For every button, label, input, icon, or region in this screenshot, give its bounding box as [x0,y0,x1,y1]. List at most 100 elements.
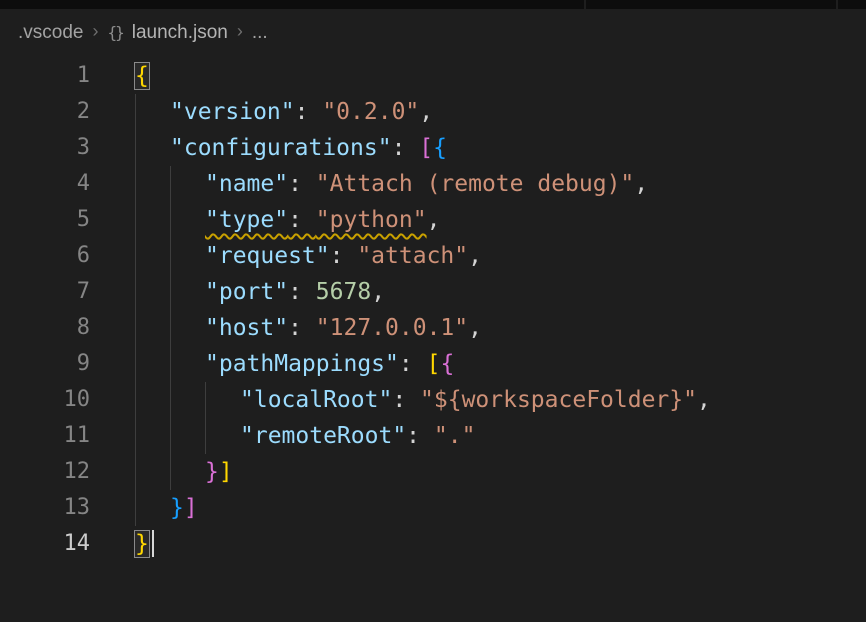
code-line[interactable]: 6 "request": "attach", [0,238,866,274]
line-number[interactable]: 12 [0,454,90,490]
indent-guide [135,130,170,166]
token: "configurations" [170,135,392,161]
code-content: "pathMappings": [{ [90,346,454,382]
line-number[interactable]: 1 [0,58,90,94]
token: 5678 [316,279,371,305]
code-line[interactable]: 1{ [0,58,866,94]
breadcrumb-folder[interactable]: .vscode [18,22,83,44]
code-line[interactable]: 9"pathMappings": [{ [0,346,866,382]
token: : [288,279,316,305]
indent-guide [135,418,170,454]
indent-guide [135,202,170,238]
line-number[interactable]: 14 [0,526,90,562]
code-line[interactable]: 11"remoteRoot": "." [0,418,866,454]
indent-guide [135,454,170,490]
token: ] [184,495,198,521]
token: "request" [205,243,330,269]
code-content: "localRoot": "${workspaceFolder}", [90,382,711,418]
token: "version" [170,99,295,125]
line-number[interactable]: 9 [0,346,90,382]
token: : [288,207,316,233]
code-line[interactable]: 4"name": "Attach (remote debug)", [0,166,866,202]
token: "Attach (remote debug)" [316,171,635,197]
token: : [288,171,316,197]
code-line[interactable]: 8"host": "127.0.0.1", [0,310,866,346]
line-number[interactable]: 13 [0,490,90,526]
code-content: "name": "Attach (remote debug)", [90,166,648,202]
code-line[interactable]: 7"port": 5678, [0,274,866,310]
line-number[interactable]: 10 [0,382,90,418]
token: "remoteRoot" [240,423,406,449]
indent-guide [170,238,205,274]
warning-squiggle: "type": "python" [205,207,427,233]
line-number[interactable]: 8 [0,310,90,346]
indent-guide [170,382,205,418]
indent-guide [135,346,170,382]
line-number[interactable]: 6 [0,238,90,274]
indent-guide [135,382,170,418]
token: "attach" [357,243,468,269]
token: , [371,279,385,305]
code-line[interactable]: 3"configurations": [{ [0,130,866,166]
token: , [468,243,482,269]
tab-divider [584,0,586,9]
token: "type" [205,207,288,233]
indent-guide [135,274,170,310]
token: : [392,387,420,413]
code-line[interactable]: 14} [0,526,866,562]
code-content: } [90,526,154,562]
token: , [697,387,711,413]
line-number[interactable]: 11 [0,418,90,454]
token: { [135,63,149,89]
breadcrumb-symbol-more[interactable]: ... [252,22,268,44]
token: , [427,207,441,233]
indent-guide [135,94,170,130]
code-content: { [90,58,149,94]
code-line[interactable]: 12}] [0,454,866,490]
json-file-icon: {} [107,23,122,42]
code-line[interactable]: 13}] [0,490,866,526]
token: : [392,135,420,161]
line-number[interactable]: 3 [0,130,90,166]
code-content: "host": "127.0.0.1", [90,310,482,346]
token: : [288,315,316,341]
token: , [419,99,433,125]
line-number[interactable]: 4 [0,166,90,202]
editor: 1{2"version": "0.2.0",3"configurations":… [0,56,866,562]
code-line[interactable]: 10"localRoot": "${workspaceFolder}", [0,382,866,418]
chevron-right-icon: › [92,21,98,42]
editor-lines: 1{2"version": "0.2.0",3"configurations":… [0,58,866,562]
indent-guide [135,166,170,202]
token: } [135,531,149,557]
code-line[interactable]: 5 "type": "python", [0,202,866,238]
token: , [634,171,648,197]
chevron-right-icon: › [237,21,243,42]
line-number[interactable]: 5 [0,202,90,238]
tab-bar-edge [0,0,866,9]
token: "python" [316,207,427,233]
line-number[interactable]: 7 [0,274,90,310]
token: "name" [205,171,288,197]
code-line[interactable]: 2"version": "0.2.0", [0,94,866,130]
indent-guide [170,418,205,454]
token: [ [427,351,441,377]
token: [ [419,135,433,161]
token: "." [434,423,476,449]
indent-guide [170,454,205,490]
token: "0.2.0" [322,99,419,125]
token: "localRoot" [240,387,392,413]
breadcrumb-file[interactable]: launch.json [132,22,228,44]
indent-guide [205,418,240,454]
token: , [468,315,482,341]
code-content: "version": "0.2.0", [90,94,433,130]
token: } [170,495,184,521]
token: : [330,243,358,269]
indent-guide [135,490,170,526]
line-number[interactable]: 2 [0,94,90,130]
code-content: }] [90,490,198,526]
indent-guide [135,310,170,346]
indent-guide [170,166,205,202]
token: } [205,459,219,485]
token: { [440,351,454,377]
code-content: "remoteRoot": "." [90,418,475,454]
